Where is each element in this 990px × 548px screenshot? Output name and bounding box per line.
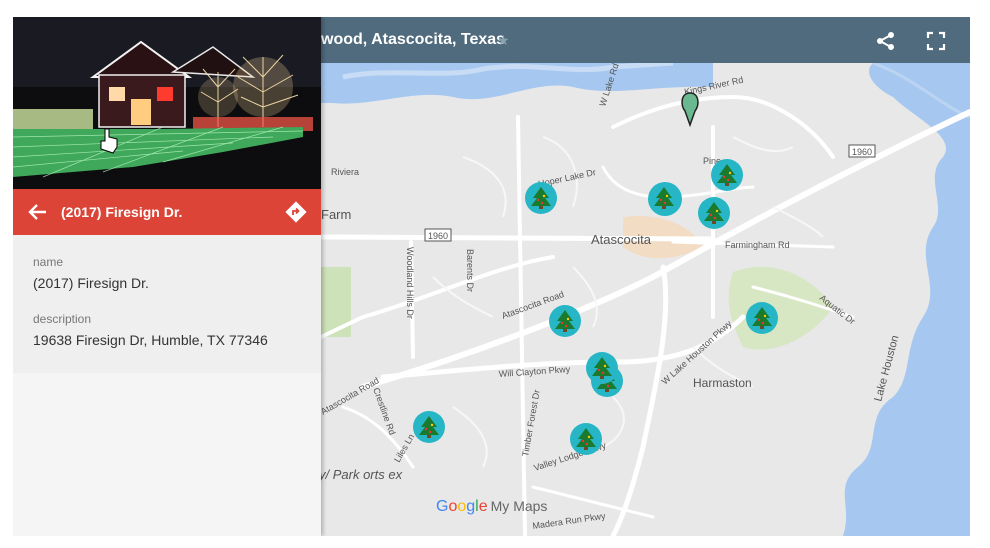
feature-title: (2017) Firesign Dr.: [61, 204, 183, 220]
map-marker-tree-icon[interactable]: [586, 352, 618, 384]
map-marker-tree-icon[interactable]: [525, 182, 557, 214]
directions-icon[interactable]: [285, 201, 307, 223]
place-label-riviera: Riviera: [331, 167, 359, 177]
google-my-maps-logo: Google My Maps: [436, 498, 548, 515]
map-marker-tree-icon[interactable]: [711, 159, 743, 191]
map-marker-tree-icon[interactable]: [570, 423, 602, 455]
map-viewer: 1960 1960 Atascocita Harmaston Farm Rivi…: [13, 17, 970, 536]
my-maps-label: My Maps: [490, 498, 548, 514]
feature-photo[interactable]: [13, 17, 321, 189]
place-label-park: y/ Park orts ex: [318, 467, 403, 482]
hwy-1960-label-west: 1960: [428, 231, 448, 241]
map-marker-tree-icon[interactable]: [698, 197, 730, 229]
fullscreen-icon[interactable]: [925, 30, 947, 52]
street-label-farmingham: Farmingham Rd: [725, 240, 790, 250]
street-label-woodland-hills: Woodland Hills Dr: [405, 247, 415, 319]
share-icon[interactable]: [875, 30, 897, 52]
field-label-name: name: [33, 255, 64, 269]
feature-details-panel: (2017) Firesign Dr. name (2017) Firesign…: [13, 17, 321, 536]
field-value-description[interactable]: 19638 Firesign Dr, Humble, TX 77346: [33, 332, 268, 348]
map-marker-tree-icon[interactable]: [648, 182, 682, 216]
street-label-barents: Barents Dr: [465, 249, 475, 292]
map-marker-tree-icon[interactable]: [549, 305, 581, 337]
map-title: wood, Atascocita, Texas: [321, 31, 506, 48]
hwy-1960-label-east: 1960: [852, 147, 872, 157]
map-marker-tree-icon[interactable]: [413, 411, 445, 443]
feature-details: name (2017) Firesign Dr. description 196…: [13, 235, 321, 373]
field-label-description: description: [33, 312, 92, 326]
star-icon[interactable]: ★: [497, 17, 510, 63]
arrow-left-icon[interactable]: [27, 201, 49, 223]
feature-title-bar: (2017) Firesign Dr.: [13, 189, 321, 235]
map-marker-tree-icon[interactable]: [746, 302, 778, 334]
field-value-name[interactable]: (2017) Firesign Dr.: [33, 275, 149, 291]
place-label-harmaston: Harmaston: [693, 376, 752, 390]
place-label-farm: Farm: [321, 207, 351, 222]
place-label-atascocita: Atascocita: [591, 232, 652, 247]
